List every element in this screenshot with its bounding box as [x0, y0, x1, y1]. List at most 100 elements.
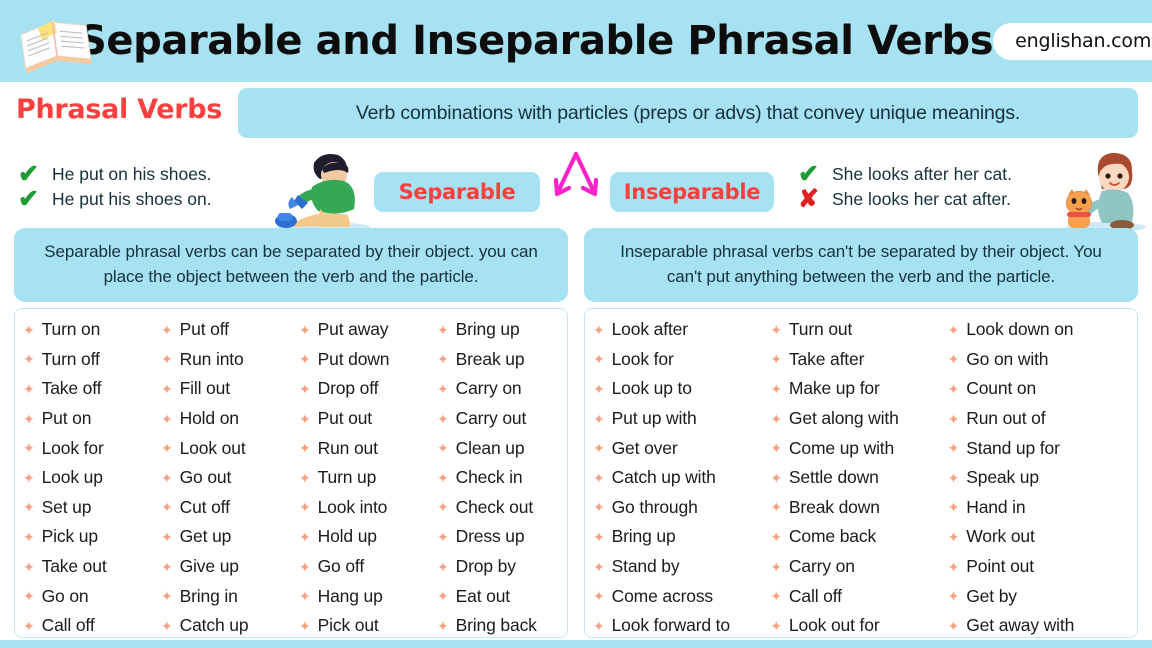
- list-item: ✦ Run out of: [948, 404, 1135, 434]
- separable-description: Separable phrasal verbs can be separated…: [14, 228, 568, 302]
- list-item: ✦ Look for: [23, 433, 151, 463]
- phrasal-verb-label: Run out of: [966, 408, 1046, 429]
- phrasal-verb-label: Catch up: [179, 615, 249, 636]
- sparkle-bullet-icon: ✦: [947, 499, 960, 516]
- phrasal-verb-label: Fill out: [179, 378, 230, 399]
- list-item: ✦ Count on: [948, 374, 1135, 404]
- list-item: ✦ Look up: [23, 463, 151, 493]
- phrasal-verb-label: Pick out: [317, 615, 379, 636]
- page-title: Separable and Inseparable Phrasal Verbs: [78, 18, 994, 64]
- sparkle-bullet-icon: ✦: [299, 321, 311, 338]
- list-item: ✦ Hold up: [299, 522, 427, 552]
- list-item: ✦ Break down: [770, 493, 937, 523]
- check-icon: ✔: [798, 160, 819, 188]
- sparkle-bullet-icon: ✦: [947, 469, 960, 486]
- sparkle-bullet-icon: ✦: [947, 351, 960, 368]
- sparkle-bullet-icon: ✦: [770, 321, 782, 338]
- sparkle-bullet-icon: ✦: [593, 499, 605, 516]
- phrasal-verb-label: Look for: [41, 437, 104, 458]
- list-item: ✦ Go through: [593, 493, 760, 523]
- sparkle-bullet-icon: ✦: [947, 380, 960, 397]
- check-icon: ✔: [18, 160, 39, 188]
- list-item: ✦ Put on: [23, 404, 151, 434]
- list-item: ✦ Give up: [161, 552, 289, 582]
- inseparable-chip[interactable]: Inseparable: [610, 172, 774, 212]
- list-item: ✦ Hold on: [161, 404, 289, 434]
- phrasal-verb-label: Put away: [317, 319, 389, 340]
- list-item: ✦ Fill out: [161, 374, 289, 404]
- sparkle-bullet-icon: ✦: [437, 558, 449, 575]
- phrasal-verb-label: Count on: [966, 378, 1037, 399]
- list-item: ✦ Look up to: [593, 374, 760, 404]
- phrasal-verb-label: Break up: [455, 348, 525, 369]
- sparkle-bullet-icon: ✦: [23, 588, 35, 605]
- phrasal-verb-label: Put down: [317, 348, 390, 369]
- phrasal-verb-label: Speak up: [966, 467, 1039, 488]
- list-item: ✦ Get up: [161, 522, 289, 552]
- list-item: ✦ Carry on: [437, 374, 565, 404]
- boy-putting-on-shoes-illustration: [272, 143, 376, 232]
- example-sentence: She looks after her cat.: [832, 164, 1012, 184]
- phrasal-verb-label: Dress up: [455, 526, 525, 547]
- definition-box: Verb combinations with particles (preps …: [238, 88, 1138, 138]
- example-sentence: He put his shoes on.: [52, 189, 212, 209]
- phrasal-verb-label: Put up with: [611, 408, 697, 429]
- list-item: ✦ Go out: [161, 463, 289, 493]
- phrasal-verb-label: Look after: [611, 319, 688, 340]
- intro-row: Phrasal Verbs Verb combinations with par…: [0, 88, 1152, 148]
- phrasal-verb-label: Drop off: [317, 378, 379, 399]
- sparkle-bullet-icon: ✦: [947, 440, 960, 457]
- sparkle-bullet-icon: ✦: [299, 469, 311, 486]
- phrasal-verb-label: Look down on: [966, 319, 1074, 340]
- list-item: ✦ Cut off: [161, 493, 289, 523]
- list-item: ✦ Break up: [437, 345, 565, 375]
- phrasal-verb-label: Hold up: [317, 526, 377, 547]
- list-item: ✦ Look out: [161, 433, 289, 463]
- sparkle-bullet-icon: ✦: [437, 588, 449, 605]
- sparkle-bullet-icon: ✦: [23, 499, 35, 516]
- list-item: ✦ Speak up: [948, 463, 1135, 493]
- phrasal-verb-label: Hang up: [317, 585, 383, 606]
- list-item: ✦ Take after: [770, 345, 937, 375]
- brand-badge[interactable]: englishan.com: [993, 22, 1152, 60]
- list-item: ✦ Come across: [593, 581, 760, 611]
- sparkle-bullet-icon: ✦: [299, 380, 311, 397]
- list-item: ✦ Get along with: [770, 404, 937, 434]
- list-item: ✦ Run into: [161, 345, 289, 375]
- brand-name[interactable]: englishan.com: [993, 22, 1152, 60]
- list-item: ✦ Take out: [23, 552, 151, 582]
- inseparable-example-lines: She looks after her cat. She looks her c…: [832, 162, 1012, 212]
- sparkle-bullet-icon: ✦: [593, 469, 605, 486]
- list-item: ✦ Point out: [948, 552, 1135, 582]
- cross-icon: ✘: [798, 185, 819, 213]
- sparkle-bullet-icon: ✦: [161, 499, 173, 516]
- phrasal-verb-label: Go off: [317, 556, 365, 577]
- list-item: ✦ Put away: [299, 315, 427, 345]
- list-item: ✦ Drop by: [437, 552, 565, 582]
- sparkle-bullet-icon: ✦: [770, 528, 782, 545]
- inseparable-column-3: ✦ Look down on ✦ Go on with ✦ Count on ✦ Run ou…: [940, 315, 1137, 637]
- phrasal-verb-label: Hand in: [966, 496, 1026, 517]
- inseparable-column-1: ✦ Look after ✦ Look for ✦ Look up to ✦ Put up w…: [585, 315, 762, 637]
- phrasal-verb-label: Drop by: [455, 556, 516, 577]
- inseparable-description: Inseparable phrasal verbs can't be separ…: [584, 228, 1138, 302]
- split-double-arrow-icon: [545, 150, 607, 206]
- sparkle-bullet-icon: ✦: [23, 617, 35, 634]
- phrasal-verb-label: Carry out: [455, 408, 527, 429]
- sparkle-bullet-icon: ✦: [299, 499, 311, 516]
- phrasal-verb-label: Run out: [317, 437, 378, 458]
- phrasal-verb-label: Run into: [179, 348, 244, 369]
- phrasal-verb-label: Go out: [179, 467, 232, 488]
- list-item: ✦ Turn off: [23, 345, 151, 375]
- phrasal-verb-label: Come back: [788, 526, 877, 547]
- sparkle-bullet-icon: ✦: [947, 558, 960, 575]
- phrasal-verbs-label: Phrasal Verbs: [16, 94, 223, 125]
- phrasal-verb-label: Go on: [41, 585, 89, 606]
- separable-chip[interactable]: Separable: [374, 172, 540, 212]
- list-item: ✦ Make up for: [770, 374, 937, 404]
- sparkle-bullet-icon: ✦: [593, 617, 605, 634]
- phrasal-verb-label: Look up: [41, 467, 103, 488]
- list-item: ✦ Turn up: [299, 463, 427, 493]
- sparkle-bullet-icon: ✦: [299, 351, 311, 368]
- sparkle-bullet-icon: ✦: [770, 440, 782, 457]
